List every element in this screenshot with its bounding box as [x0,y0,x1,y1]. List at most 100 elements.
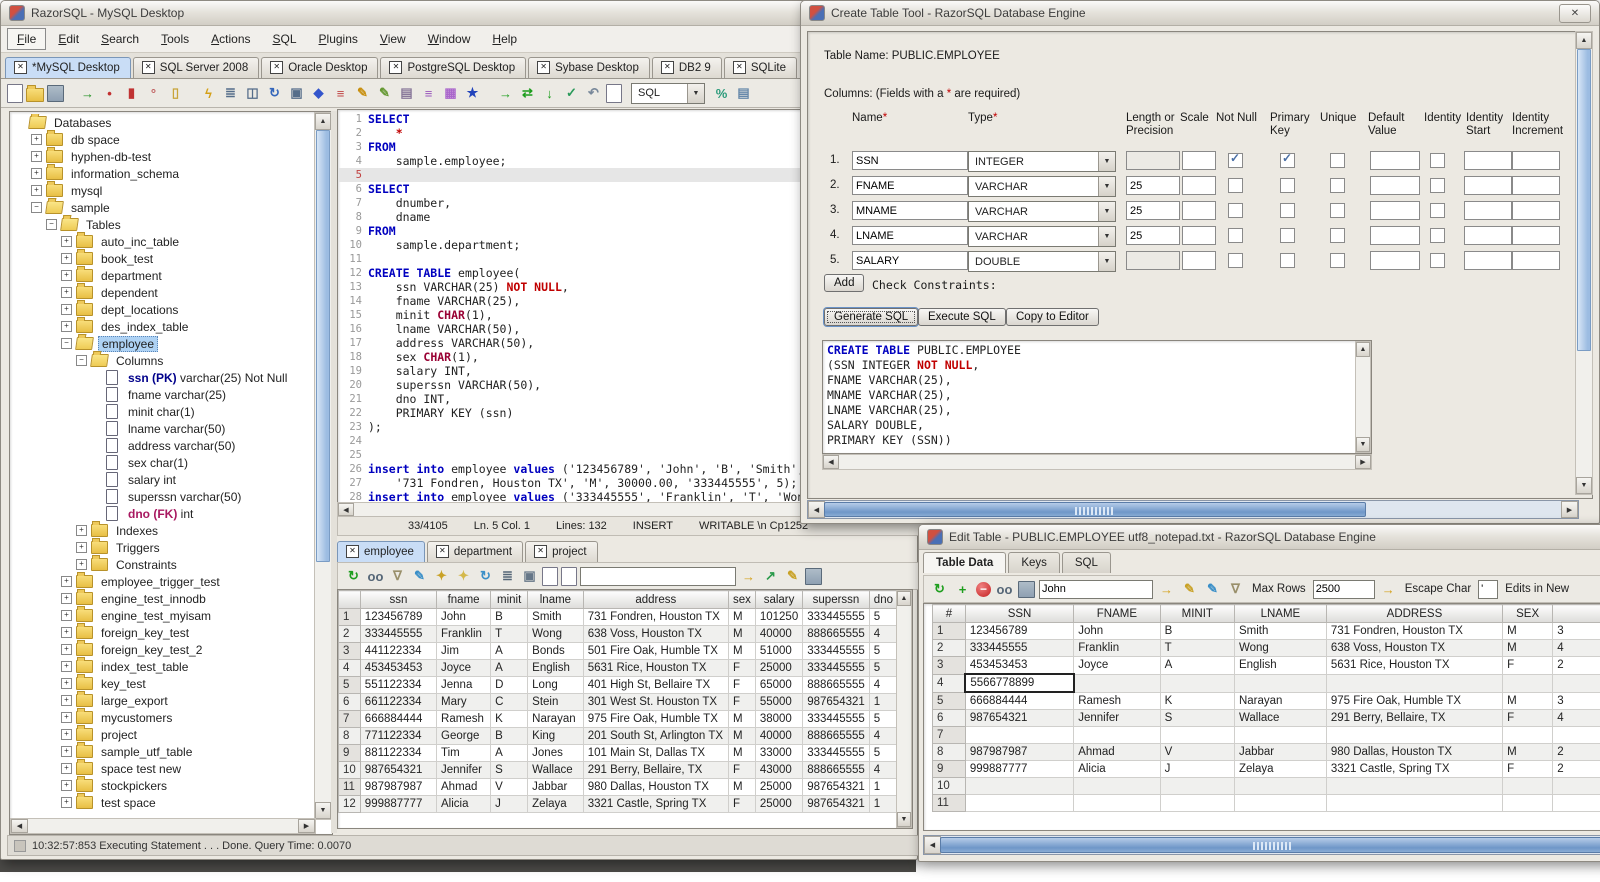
cell[interactable]: 987987987 [359,778,438,796]
cell[interactable]: 731 Fondren, Houston TX [1325,622,1504,640]
default-value-input[interactable] [1370,151,1420,170]
cell[interactable]: M [1502,743,1554,761]
identity-checkbox[interactable] [1430,153,1445,168]
chevron-down-icon[interactable]: ▼ [1098,152,1115,171]
save-results-icon[interactable] [805,567,822,585]
table-row[interactable]: 8 987987987 Ahmad V Jabbar 980 Dallas, Housto… [932,743,1600,761]
cell[interactable]: 333445555 [802,608,870,626]
cell[interactable]: 5 [868,710,898,728]
row-number[interactable]: 6 [338,693,361,711]
cell[interactable]: 4 [868,727,898,745]
identity-increment-input[interactable] [1512,176,1560,195]
collapse-icon[interactable]: − [76,355,87,366]
default-value-input[interactable] [1370,176,1420,195]
cell[interactable]: 4 [868,625,898,643]
results-tab-department[interactable]: ✕ department [426,541,524,562]
cell[interactable]: F [1502,760,1554,778]
menu-help[interactable]: Help [482,28,527,50]
new-file-icon[interactable] [7,83,23,103]
cell[interactable]: A [1159,656,1235,675]
cell[interactable]: M [727,710,756,728]
cell[interactable] [1073,777,1161,795]
cell[interactable]: K [1159,691,1235,710]
tree-item-sample_utf_table[interactable]: + sample_utf_table [12,742,314,760]
tree-item-hyphen-db-test[interactable]: + hyphen-db-test [12,147,314,165]
format-sql-icon[interactable]: ≡ [419,84,438,103]
describe-list-icon[interactable]: ≣ [221,84,240,103]
close-tab-icon[interactable]: ✕ [14,61,27,74]
cell[interactable]: 666884444 [964,691,1075,710]
import-data-icon[interactable]: ▦ [441,84,460,103]
results-grid[interactable]: ssn fname minit lname address sex salary supers… [338,590,898,828]
tree-item-index_test_table[interactable]: + index_test_table [12,657,314,675]
expand-icon[interactable]: + [61,610,72,621]
menu-sql[interactable]: SQL [263,28,307,50]
window-view-icon[interactable]: ▣ [520,567,539,586]
column-type-select[interactable]: VARCHAR ▼ [968,201,1116,222]
expand-icon[interactable]: + [31,151,42,162]
tree-item-des_index_table[interactable]: + des_index_table [12,317,314,335]
identity-increment-input[interactable] [1512,226,1560,245]
cell[interactable]: 1 [868,795,898,813]
validate-check-icon[interactable]: ✓ [562,84,581,103]
menu-edit[interactable]: Edit [48,28,89,50]
tree-item-address[interactable]: address varchar(50) [12,437,314,454]
row-number[interactable]: 7 [932,726,966,744]
expand-icon[interactable]: + [61,253,72,264]
column-type-select[interactable]: INTEGER ▼ [968,151,1116,172]
cell[interactable]: Ramesh [1073,691,1161,710]
primary-key-checkbox[interactable] [1280,203,1295,218]
cell[interactable] [1073,794,1161,812]
tree-item-mysql[interactable]: + mysql [12,181,314,199]
column-type-select[interactable]: VARCHAR ▼ [968,226,1116,247]
not-null-checkbox[interactable] [1228,203,1243,218]
results-filter-input[interactable] [580,566,736,586]
cell[interactable]: S [1159,709,1235,727]
edit-table-icon[interactable]: ✎ [353,84,372,103]
close-tab-icon[interactable]: ✕ [435,545,449,558]
scroll-right-icon[interactable]: ▶ [1355,455,1371,469]
tree-item-lname[interactable]: lname varchar(50) [12,420,314,437]
expand-icon[interactable]: + [61,593,72,604]
expand-icon[interactable]: + [61,780,72,791]
cell[interactable]: M [1502,691,1554,710]
query-builder-icon[interactable]: ▤ [397,84,416,103]
cell[interactable]: 51000 [754,642,804,660]
cell[interactable]: Franklin [1073,639,1161,657]
cell[interactable]: King [527,727,584,745]
expand-icon[interactable]: + [61,797,72,808]
cell[interactable]: 123456789 [359,608,438,626]
scroll-right-icon[interactable]: ▶ [298,819,315,833]
generate-key-icon[interactable]: ✦ [432,567,451,586]
tree-item-ssn[interactable]: ssn (PK) varchar(25) Not Null [12,369,314,386]
tree-item-employee_trigger_test[interactable]: + employee_trigger_test [12,572,314,590]
collapse-icon[interactable]: − [46,219,57,230]
edit-column-header[interactable]: SEX [1502,604,1554,623]
describe-list-icon[interactable]: ≣ [498,567,517,586]
cell[interactable]: 5 [868,744,898,762]
unique-checkbox[interactable] [1330,228,1345,243]
connection-tab-sybase-desktop[interactable]: ✕ Sybase Desktop [528,57,650,78]
edit-column-header[interactable]: MINIT [1159,604,1235,623]
cell[interactable]: F [727,795,756,813]
cell[interactable] [1552,726,1600,744]
cell[interactable]: 453453453 [964,656,1075,675]
execute-sql-button[interactable]: Execute SQL [918,308,1006,326]
edit-table-titlebar[interactable]: Edit Table - PUBLIC.EMPLOYEE utf8_notepa… [919,525,1600,550]
cell[interactable]: 40000 [754,727,804,745]
cell[interactable]: F [727,761,756,779]
go-search-icon[interactable]: → [1157,580,1176,599]
cell[interactable]: T [1159,639,1235,657]
table-row[interactable]: 11 [932,794,1600,812]
row-number[interactable]: 12 [338,795,361,813]
cell[interactable]: A [490,659,529,677]
identity-start-input[interactable] [1464,251,1512,270]
cell[interactable] [1502,726,1554,744]
row-number[interactable]: 5 [338,676,361,694]
identity-checkbox[interactable] [1430,178,1445,193]
results-column-header[interactable]: minit [490,590,529,609]
cell[interactable]: C [490,693,529,711]
chevron-down-icon[interactable]: ▼ [1098,202,1115,221]
close-tab-icon[interactable]: ✕ [346,545,359,558]
scroll-up-icon[interactable]: ▲ [315,113,331,130]
